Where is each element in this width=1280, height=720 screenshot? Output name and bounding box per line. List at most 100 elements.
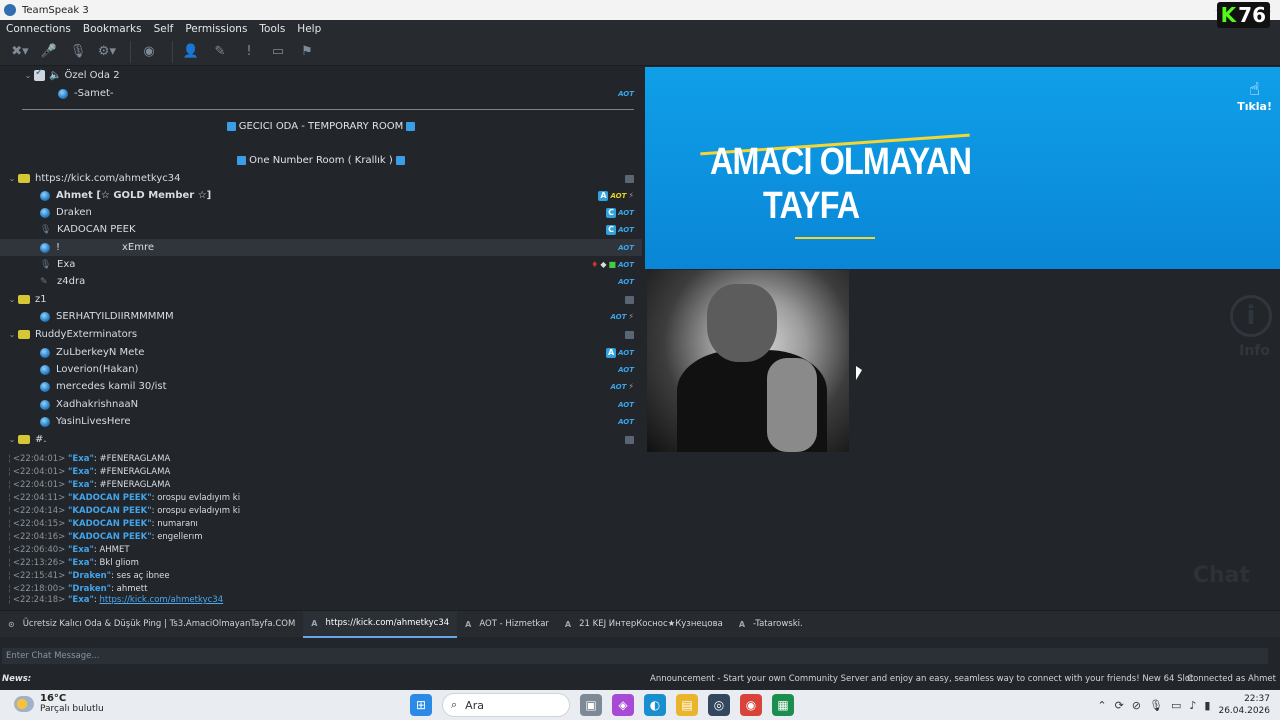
spacer-one-number[interactable]: One Number Room ( Krallık )	[0, 155, 642, 166]
user-exa[interactable]: 🎙 Exa ♦ ◆ ■ AOT	[0, 256, 642, 273]
disconnect-icon[interactable]: ✖▾	[8, 41, 32, 63]
chat-line: ¦ <22:04:16> "KADOCAN PEEK": engellerım	[8, 532, 203, 542]
chevron-down-icon[interactable]: ⌄	[22, 71, 34, 80]
user-kadocan[interactable]: 🎙 KADOCAN PEEK C AOT	[0, 221, 642, 238]
menu-self[interactable]: Self	[148, 23, 180, 35]
chat-line: ¦ <22:04:01> "Exa": #FENERAGLAMA	[8, 480, 171, 490]
chat-line: ¦ <22:04:01> "Exa": #FENERAGLAMA	[8, 467, 171, 477]
mute-speaker-icon[interactable]: 🎙	[66, 41, 90, 63]
user-draken[interactable]: Draken C AOT	[0, 204, 642, 221]
volume-icon[interactable]: ♪	[1189, 699, 1196, 712]
menu-help[interactable]: Help	[291, 23, 327, 35]
user-status-icon	[40, 207, 50, 218]
avatar-icon[interactable]: 👤	[179, 41, 203, 63]
aot-badge: AOT	[618, 225, 634, 234]
user-mercedes[interactable]: mercedes kamil 30/ist AOT ⚡	[0, 378, 642, 395]
whisper-icon[interactable]: ✎	[208, 41, 232, 63]
channel-kick[interactable]: ⌄ https://kick.com/ahmetkyc34	[0, 170, 642, 187]
mic-off-icon[interactable]: ⊘	[1132, 699, 1141, 712]
chat-line: ¦ <22:13:26> "Exa": Bkl gliom	[8, 558, 139, 568]
channel-z1[interactable]: ⌄ z1	[0, 291, 642, 308]
file-explorer-icon[interactable]: ▤	[676, 694, 698, 716]
channel-ruddy[interactable]: ⌄ RuddyExterminators	[0, 326, 642, 343]
menu-connections[interactable]: Connections	[0, 23, 77, 35]
spacer-gecici-oda[interactable]: GECICI ODA - TEMPORARY ROOM	[0, 121, 642, 132]
user-xadhakrishnaan[interactable]: XadhakrishnaaN AOT	[0, 396, 642, 413]
chat-link[interactable]: https://kick.com/ahmetkyc34	[99, 595, 223, 605]
sync-icon[interactable]: ⟳	[1115, 699, 1124, 712]
aot-badge: AOT	[618, 417, 634, 426]
flag-icon[interactable]: ⚑	[295, 41, 319, 63]
chat-icon[interactable]: ▭	[266, 41, 290, 63]
teamspeak-taskbar-icon[interactable]: ◎	[708, 694, 730, 716]
clock[interactable]: 22:37 26.04.2026	[1218, 693, 1270, 717]
chevron-up-icon[interactable]: ⌃	[1097, 699, 1106, 712]
private-tab-icon: A	[465, 619, 472, 629]
app-icon[interactable]: ▦	[772, 694, 794, 716]
chevron-down-icon[interactable]: ⌄	[6, 435, 18, 444]
chevron-down-icon[interactable]: ⌄	[6, 330, 18, 339]
server-icon: ⊙	[8, 619, 15, 629]
away-icon[interactable]: ⚙▾	[95, 41, 119, 63]
user-yasinliveshere[interactable]: YasinLivesHere AOT	[0, 413, 642, 430]
connection-status: Connected as Ahmet	[1187, 673, 1276, 684]
chevron-down-icon[interactable]: ⌄	[6, 174, 18, 183]
private-tab-icon: A	[738, 619, 746, 629]
kick-logo: K	[1220, 3, 1237, 27]
muted-mic-icon: 🎙	[40, 224, 52, 235]
menu-bookmarks[interactable]: Bookmarks	[77, 23, 148, 35]
user-zulberkeyn[interactable]: ZuLberkeyN Mete A AOT	[0, 344, 642, 361]
alert-icon[interactable]: !	[237, 41, 261, 63]
spacer-icon	[406, 121, 416, 131]
battery-icon[interactable]: ▮	[1204, 699, 1210, 712]
task-view-icon[interactable]: ▣	[580, 694, 602, 716]
user-xemre[interactable]: ! xEmre AOT	[0, 239, 642, 256]
menu-permissions[interactable]: Permissions	[179, 23, 253, 35]
chevron-down-icon[interactable]: ⌄	[6, 295, 18, 304]
tab-server[interactable]: ⊙ Ücretsiz Kalıcı Oda & Düşük Ping | Ts3.…	[0, 611, 303, 638]
taskbar-search[interactable]: ⌕ Ara	[442, 693, 570, 717]
search-icon: ⌕	[451, 698, 458, 711]
user-samet[interactable]: -Samet- AOT	[0, 85, 642, 102]
mute-mic-icon[interactable]: 🎤	[37, 41, 61, 63]
avatar-photo	[647, 270, 849, 452]
teamspeak-icon	[4, 4, 16, 16]
user-status-icon	[40, 399, 50, 410]
channel-hash[interactable]: ⌄ #.	[0, 431, 642, 448]
user-z4dra[interactable]: ✎ z4dra AOT	[0, 273, 642, 290]
banner-title-line1: AMACI OLMAYAN	[710, 141, 972, 183]
display-icon[interactable]: ▭	[1171, 699, 1181, 712]
tab-kuznetsova[interactable]: A 21 KEJ ИнтерКоснос★Кузнецова	[557, 611, 731, 638]
user-name: XadhakrishnaaN	[56, 399, 139, 410]
chrome-icon[interactable]: ◉	[740, 694, 762, 716]
toolbar: ✖▾ 🎤 🎙 ⚙▾ ◉ 👤 ✎ ! ▭ ⚑	[0, 38, 1280, 66]
microphone-icon[interactable]: 🎙	[1149, 699, 1163, 712]
channel-icon	[18, 330, 30, 339]
aot-badge: AOT	[610, 382, 627, 391]
user-ahmet[interactable]: Ahmet [☆ GOLD Member ☆] A AOT ⚡	[0, 187, 642, 204]
server-banner[interactable]: AMACI OLMAYAN TAYFA ☝ Tıkla!	[645, 67, 1280, 269]
aot-badge: AOT	[618, 89, 634, 98]
weather-widget[interactable]: 16°C Parçalı bulutlu	[14, 693, 104, 714]
subscribe-icon[interactable]: ◉	[137, 41, 161, 63]
tab-kick-channel[interactable]: Ahttps://kick.com/ahmetkyc34	[303, 610, 458, 638]
weather-icon	[14, 695, 34, 712]
menu-tools[interactable]: Tools	[253, 23, 291, 35]
chat-line: ¦ <22:04:15> "KADOCAN PEEK": numaranı	[8, 519, 198, 529]
user-loverion[interactable]: Loverion(Hakan) AOT	[0, 361, 642, 378]
tikla-button[interactable]: ☝ Tıkla!	[1237, 79, 1272, 113]
lightning-icon: ⚡	[628, 191, 634, 200]
copilot-icon[interactable]: ◈	[612, 694, 634, 716]
gamepad-icon: ■	[608, 260, 617, 269]
start-icon[interactable]: ⊞	[410, 694, 432, 716]
tab-tatarowski[interactable]: A -Tatarowski.	[731, 611, 811, 638]
channel-tab-icon: A	[311, 618, 318, 628]
user-serhat[interactable]: SERHATYILDIIRMMMMM AOT ⚡	[0, 308, 642, 325]
chat-line: ¦ <22:24:18> "Exa": https://kick.com/ahme…	[8, 595, 224, 605]
spacer-icon	[226, 121, 236, 131]
chat-message-input[interactable]: Enter Chat Message...	[2, 648, 1268, 664]
tab-aot-hizmetkar[interactable]: A AOT - Hizmetkar	[457, 611, 557, 638]
channel-ozel-oda[interactable]: ⌄ 🔈 Özel Oda 2	[0, 67, 642, 84]
channel-name: RuddyExterminators	[35, 329, 138, 340]
edge-icon[interactable]: ◐	[644, 694, 666, 716]
